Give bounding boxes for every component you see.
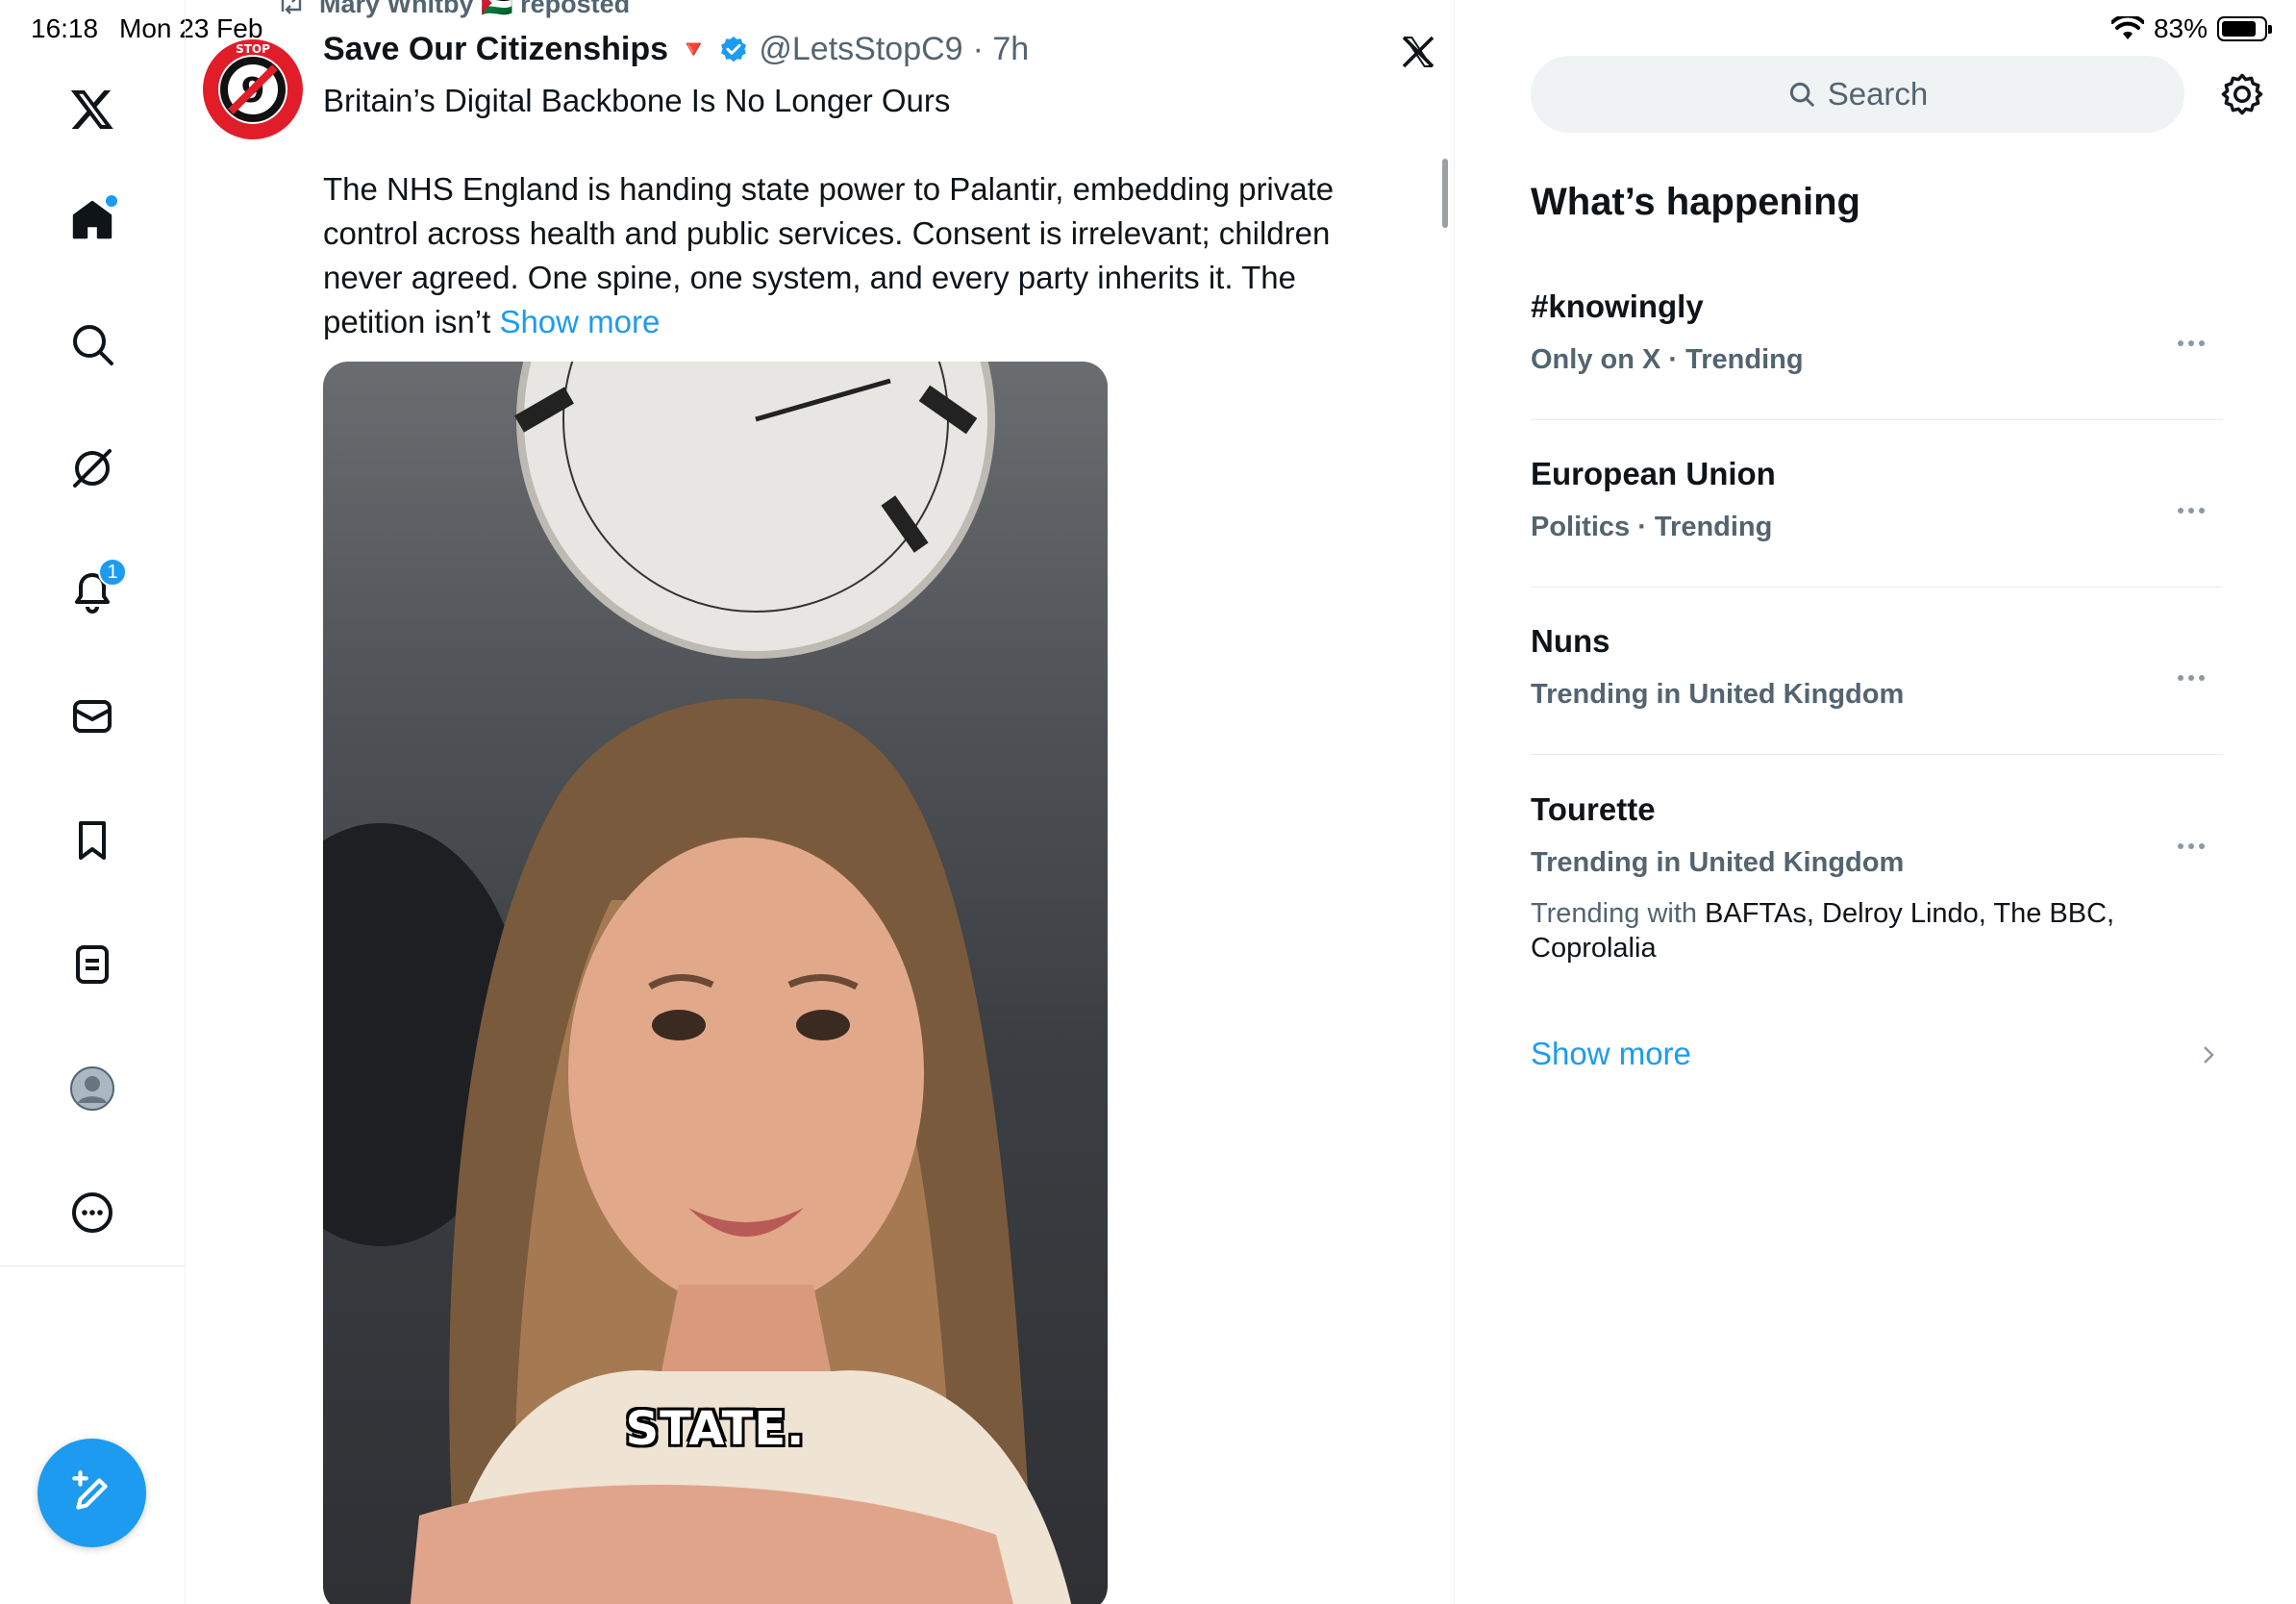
trend-meta: Trending in United Kingdom: [1531, 679, 1905, 710]
whats-happening-title: What’s happening: [1531, 181, 1860, 223]
search-icon: [1789, 82, 1814, 107]
trend-divider: [1531, 419, 2223, 420]
trend-divider: [1531, 587, 2223, 588]
x-logo-icon[interactable]: [1399, 33, 1437, 71]
author-handle[interactable]: @LetsStopC9: [759, 31, 962, 68]
tweet-headline: Britain’s Digital Backbone Is No Longer …: [323, 83, 951, 118]
search-input[interactable]: Search: [1531, 56, 2184, 133]
trend-divider: [1531, 754, 2223, 755]
trend-meta: Only on X · Trending: [1531, 344, 1804, 375]
trend-item[interactable]: European Union Politics · Trending: [1531, 456, 2223, 543]
trend-related: Trending with BAFTAs, Delroy Lindo, The …: [1531, 896, 2165, 965]
scrollbar[interactable]: [1442, 159, 1448, 228]
repost-label: Mary Whitby 🇵🇸 reposted: [319, 0, 631, 18]
notification-badge: 1: [98, 558, 127, 587]
search-icon[interactable]: [63, 315, 121, 373]
home-unread-dot: [106, 195, 117, 207]
video-caption: STATE.: [625, 1402, 806, 1456]
tweet-column: Mary Whitby 🇵🇸 reposted 9 STOP Save Our …: [186, 0, 1455, 1604]
more-horizontal-icon[interactable]: [2177, 338, 2206, 348]
more-horizontal-icon[interactable]: [2177, 841, 2206, 851]
tweet-text: Britain’s Digital Backbone Is No Longer …: [323, 79, 1390, 344]
author-name[interactable]: Save Our Citizenships: [323, 31, 668, 68]
show-more-trends-link[interactable]: Show more: [1531, 1036, 1691, 1072]
right-sidebar: Search What’s happening #knowingly Only …: [1455, 0, 2296, 1604]
author-emoji: 🔻: [678, 35, 710, 63]
tweet-body-block: The NHS England is handing state power t…: [323, 167, 1390, 344]
x-logo-icon[interactable]: [63, 80, 121, 138]
repost-header[interactable]: Mary Whitby 🇵🇸 reposted: [277, 0, 630, 19]
mail-icon[interactable]: [63, 688, 121, 745]
trend-item[interactable]: Nuns Trending in United Kingdom: [1531, 623, 2223, 711]
lists-icon[interactable]: [63, 936, 121, 993]
compose-button[interactable]: [37, 1439, 146, 1547]
trend-meta: Politics · Trending: [1531, 512, 1773, 542]
more-icon[interactable]: [63, 1184, 121, 1241]
author-row: Save Our Citizenships 🔻 @LetsStopC9 · 7h: [323, 31, 1029, 68]
trend-item[interactable]: #knowingly Only on X · Trending: [1531, 288, 2223, 376]
home-icon[interactable]: [63, 191, 121, 249]
show-more-link[interactable]: Show more: [499, 304, 660, 339]
tweet-body: The NHS England is handing state power t…: [323, 171, 1335, 339]
settings-gear-icon[interactable]: [2220, 72, 2264, 116]
grok-icon[interactable]: [63, 439, 121, 497]
trend-title: Tourette: [1531, 791, 1656, 827]
search-placeholder: Search: [1827, 76, 1929, 112]
profile-icon[interactable]: [63, 1060, 121, 1117]
tweet-time[interactable]: · 7h: [973, 31, 1030, 68]
chevron-right-icon[interactable]: [2202, 1044, 2215, 1065]
svg-text:STOP: STOP: [236, 42, 270, 56]
more-horizontal-icon[interactable]: [2177, 506, 2206, 515]
trend-title: #knowingly: [1531, 288, 1704, 324]
left-nav: 1: [0, 0, 186, 1604]
more-horizontal-icon[interactable]: [2177, 673, 2206, 683]
trend-related-prefix: Trending with: [1531, 898, 1698, 929]
verified-badge-icon: [721, 36, 747, 62]
author-avatar[interactable]: 9 STOP: [202, 38, 304, 140]
tweet-video[interactable]: STATE.: [323, 362, 1108, 1604]
bell-icon[interactable]: 1: [63, 558, 127, 621]
stop-c9-logo-icon: 9 STOP: [203, 39, 303, 139]
trend-title: Nuns: [1531, 623, 1610, 659]
trend-item[interactable]: Tourette Trending in United Kingdom Tren…: [1531, 791, 2223, 965]
trend-meta: Trending in United Kingdom: [1531, 847, 1905, 878]
trend-title: European Union: [1531, 456, 1776, 491]
compose-icon: [71, 1469, 108, 1510]
retweet-icon: [281, 0, 302, 14]
bookmark-icon[interactable]: [63, 812, 121, 869]
